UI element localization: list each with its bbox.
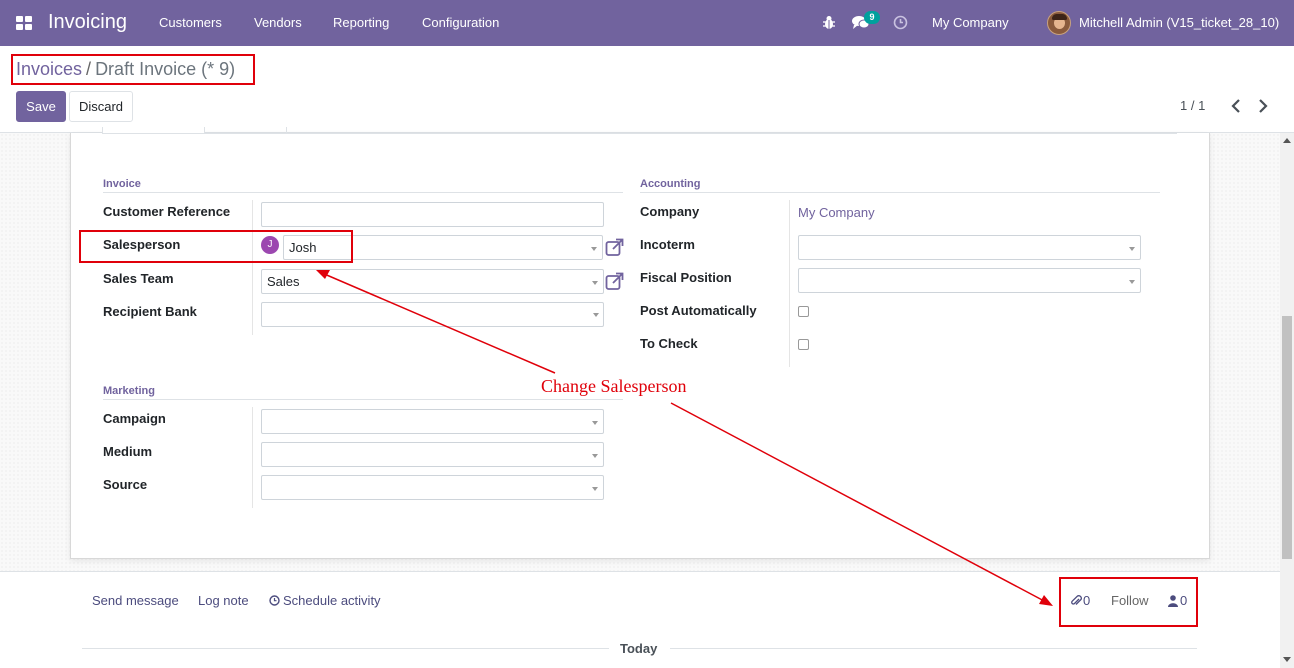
scroll-down-arrow[interactable] bbox=[1283, 657, 1291, 662]
fiscal-position-select[interactable] bbox=[798, 268, 1141, 293]
menu-reporting[interactable]: Reporting bbox=[333, 15, 389, 30]
campaign-dropdown-caret[interactable] bbox=[592, 421, 598, 425]
to-check-label: To Check bbox=[640, 336, 698, 351]
notebook-tabs-border bbox=[102, 133, 1177, 134]
sales-team-value: Sales bbox=[267, 274, 300, 289]
incoterm-select[interactable] bbox=[798, 235, 1141, 260]
company-switcher[interactable]: My Company bbox=[932, 15, 1009, 30]
source-dropdown-caret[interactable] bbox=[592, 487, 598, 491]
scroll-up-arrow[interactable] bbox=[1283, 138, 1291, 143]
app-title[interactable]: Invoicing bbox=[48, 11, 127, 34]
to-check-checkbox[interactable] bbox=[798, 339, 809, 350]
campaign-label: Campaign bbox=[103, 411, 166, 426]
save-button[interactable]: Save bbox=[16, 91, 66, 122]
today-separator-left bbox=[82, 648, 609, 649]
incoterm-dropdown-caret[interactable] bbox=[1129, 247, 1135, 251]
annotation-text: Change Salesperson bbox=[541, 376, 687, 396]
today-separator-right bbox=[670, 648, 1197, 649]
medium-dropdown-caret[interactable] bbox=[592, 454, 598, 458]
external-link-icon[interactable] bbox=[605, 271, 625, 291]
salesperson-dropdown-caret[interactable] bbox=[591, 247, 597, 251]
accounting-group-separator bbox=[640, 192, 1160, 193]
customer-reference-label: Customer Reference bbox=[103, 204, 231, 219]
fiscal-position-dropdown-caret[interactable] bbox=[1129, 280, 1135, 284]
invoice-group-divider bbox=[252, 200, 253, 335]
company-label: Company bbox=[640, 204, 700, 219]
schedule-activity-button[interactable]: Schedule activity bbox=[283, 593, 381, 608]
messages-badge: 9 bbox=[864, 11, 880, 24]
salesperson-highlight-box bbox=[79, 230, 353, 263]
breadcrumb-highlight-box bbox=[11, 54, 255, 85]
post-automatically-label: Post Automatically bbox=[640, 303, 757, 318]
marketing-group-divider bbox=[252, 407, 253, 508]
customer-reference-input[interactable] bbox=[261, 202, 604, 227]
sales-team-input[interactable]: Sales bbox=[261, 269, 604, 294]
menu-configuration[interactable]: Configuration bbox=[422, 15, 499, 30]
chatter-highlight-box bbox=[1059, 577, 1198, 627]
medium-select[interactable] bbox=[261, 442, 604, 467]
menu-vendors[interactable]: Vendors bbox=[254, 15, 302, 30]
chevron-right-icon[interactable] bbox=[1256, 98, 1270, 114]
post-automatically-checkbox[interactable] bbox=[798, 306, 809, 317]
top-navbar: Invoicing Customers Vendors Reporting Co… bbox=[0, 0, 1294, 46]
user-menu[interactable]: Mitchell Admin (V15_ticket_28_10) bbox=[1079, 15, 1279, 30]
scrollbar-thumb[interactable] bbox=[1282, 316, 1292, 559]
bug-icon[interactable] bbox=[822, 15, 836, 30]
clock-icon[interactable] bbox=[893, 15, 908, 30]
menu-customers[interactable]: Customers bbox=[159, 15, 222, 30]
vertical-scrollbar[interactable] bbox=[1280, 133, 1294, 668]
accounting-group-divider bbox=[789, 200, 790, 367]
marketing-group-separator bbox=[103, 399, 623, 400]
medium-label: Medium bbox=[103, 444, 153, 459]
source-label: Source bbox=[103, 477, 148, 492]
chevron-left-icon[interactable] bbox=[1229, 98, 1243, 114]
sales-team-label: Sales Team bbox=[103, 271, 174, 286]
incoterm-label: Incoterm bbox=[640, 237, 695, 252]
invoice-group-separator bbox=[103, 192, 623, 193]
external-link-icon[interactable] bbox=[605, 237, 625, 257]
apps-grid-icon[interactable] bbox=[16, 16, 32, 30]
chatter-border bbox=[0, 571, 1280, 572]
sales-team-dropdown-caret[interactable] bbox=[592, 281, 598, 285]
discard-button[interactable]: Discard bbox=[69, 91, 133, 122]
marketing-group-title: Marketing bbox=[103, 385, 155, 397]
arrowhead-chatter bbox=[1039, 595, 1053, 606]
source-select[interactable] bbox=[261, 475, 604, 500]
user-avatar[interactable] bbox=[1047, 11, 1071, 35]
recipient-bank-input[interactable] bbox=[261, 302, 604, 327]
accounting-group-title: Accounting bbox=[640, 178, 701, 190]
invoice-group-title: Invoice bbox=[103, 178, 141, 190]
pager-value[interactable]: 1 / 1 bbox=[1180, 98, 1205, 113]
fiscal-position-label: Fiscal Position bbox=[640, 270, 732, 285]
clock-icon[interactable] bbox=[269, 595, 280, 606]
recipient-bank-dropdown-caret[interactable] bbox=[593, 313, 599, 317]
recipient-bank-label: Recipient Bank bbox=[103, 304, 197, 319]
send-message-button[interactable]: Send message bbox=[92, 593, 179, 608]
log-note-button[interactable]: Log note bbox=[198, 593, 249, 608]
campaign-select[interactable] bbox=[261, 409, 604, 434]
company-value-link[interactable]: My Company bbox=[798, 205, 875, 220]
today-label: Today bbox=[620, 641, 658, 656]
